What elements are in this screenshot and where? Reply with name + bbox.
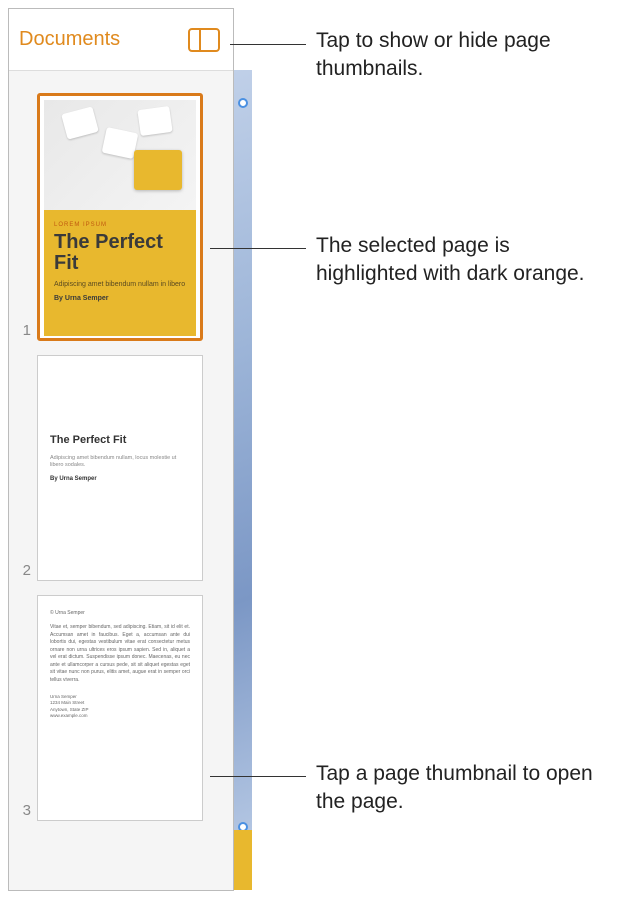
page3-body: Vitae et, semper bibendum, sed adipiscin… <box>50 624 190 684</box>
page-number: 1 <box>17 322 31 341</box>
callout-open: Tap a page thumbnail to open the page. <box>316 760 626 817</box>
documents-back-button[interactable]: Documents <box>19 28 120 51</box>
thumbnails-list: 1 LOREM IPSUM The Perfect Fit Adipiscing… <box>9 71 233 890</box>
thumbnails-panel: Documents 1 LOREM IPSUM The Perfect Fit <box>8 8 234 891</box>
page2-author: By Urna Semper <box>50 476 190 482</box>
thumbnail-cover-image <box>44 100 196 210</box>
callout-selected: The selected page is highlighted with da… <box>316 232 616 289</box>
cover-subtitle: Adipiscing amet bibendum nullam in liber… <box>54 280 186 289</box>
callout-toggle: Tap to show or hide page thumbnails. <box>316 27 616 84</box>
page-number: 3 <box>17 802 31 821</box>
thumbnail-row: 2 The Perfect Fit Adipiscing amet bibend… <box>9 355 233 595</box>
page2-text: Adipiscing amet bibendum nullam, locus m… <box>50 455 190 470</box>
page3-address: Urna Semper 1234 Main Street Anytown, St… <box>50 694 190 719</box>
callout-line <box>210 776 306 777</box>
panel-header: Documents <box>9 9 233 71</box>
document-background-strip <box>234 70 252 890</box>
cover-eyebrow: LOREM IPSUM <box>54 222 186 228</box>
cover-title: The Perfect Fit <box>54 232 186 274</box>
cover-author: By Urna Semper <box>54 295 186 302</box>
toggle-thumbnails-button[interactable] <box>187 27 221 53</box>
page-thumbnail-1[interactable]: LOREM IPSUM The Perfect Fit Adipiscing a… <box>37 93 203 341</box>
callout-line <box>210 248 306 249</box>
page3-byline: © Urna Semper <box>50 610 190 616</box>
page2-title: The Perfect Fit <box>50 434 190 447</box>
thumbnail-cover-body: LOREM IPSUM The Perfect Fit Adipiscing a… <box>44 210 196 336</box>
page-thumbnail-3[interactable]: © Urna Semper Vitae et, semper bibendum,… <box>37 595 203 821</box>
thumbnail-row: 3 © Urna Semper Vitae et, semper bibendu… <box>9 595 233 835</box>
sidebar-toggle-icon <box>188 28 220 52</box>
thumbnail-row: 1 LOREM IPSUM The Perfect Fit Adipiscing… <box>9 93 233 355</box>
callout-line <box>230 44 306 45</box>
page-thumbnail-2[interactable]: The Perfect Fit Adipiscing amet bibendum… <box>37 355 203 581</box>
page-number: 2 <box>17 562 31 581</box>
